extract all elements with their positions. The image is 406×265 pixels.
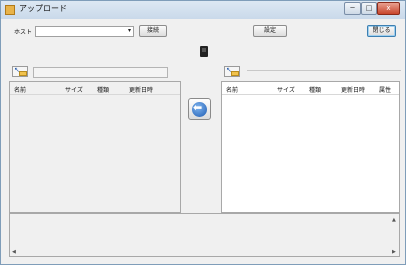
title-bar[interactable]: アップロード ─ □ x — [1, 1, 405, 19]
scroll-up-icon[interactable]: ▲ — [392, 217, 396, 223]
scroll-right-icon[interactable]: ▶ — [392, 249, 396, 255]
window-title: アップロード — [19, 4, 67, 13]
left-path-field[interactable] — [33, 67, 168, 78]
header-divider — [10, 94, 180, 95]
settings-button[interactable]: 設定 — [253, 25, 287, 37]
transfer-button[interactable] — [188, 98, 211, 120]
host-combobox[interactable]: ▾ — [35, 26, 134, 37]
col-name[interactable]: 名前 — [226, 85, 238, 94]
close-button[interactable]: 閉じる — [367, 25, 396, 37]
arrow-left-icon — [192, 101, 207, 117]
header-divider — [222, 94, 399, 95]
col-size[interactable]: サイズ — [277, 85, 295, 94]
right-file-list[interactable]: 名前 サイズ 種類 更新日時 属性 — [221, 81, 400, 213]
folder-up-icon[interactable]: ↖ — [12, 66, 28, 77]
right-path-divider — [247, 70, 401, 71]
col-size[interactable]: サイズ — [65, 85, 83, 94]
close-window-button[interactable]: x — [377, 2, 400, 15]
upload-app-icon — [5, 5, 15, 15]
col-modified[interactable]: 更新日時 — [341, 85, 365, 94]
host-label: ホスト — [14, 29, 33, 36]
col-type[interactable]: 種類 — [97, 85, 109, 94]
device-phone-icon — [200, 46, 208, 57]
folder-up-icon[interactable]: ↖ — [224, 66, 240, 77]
col-name[interactable]: 名前 — [14, 85, 26, 94]
scroll-left-icon[interactable]: ◀ — [12, 249, 16, 255]
col-type[interactable]: 種類 — [309, 85, 321, 94]
col-modified[interactable]: 更新日時 — [129, 85, 153, 94]
connect-button[interactable]: 接続 — [139, 25, 167, 37]
log-area[interactable]: ▲ ◀ ▶ — [9, 213, 400, 257]
maximize-button[interactable]: □ — [361, 2, 377, 15]
upload-window: アップロード ─ □ x ホスト ▾ 接続 設定 閉じる ↖ ↖ 名前 サイズ … — [0, 0, 406, 265]
col-attributes[interactable]: 属性 — [379, 85, 391, 94]
left-file-list[interactable]: 名前 サイズ 種類 更新日時 — [9, 81, 181, 213]
chevron-down-icon: ▾ — [127, 27, 131, 34]
minimize-button[interactable]: ─ — [344, 2, 361, 15]
